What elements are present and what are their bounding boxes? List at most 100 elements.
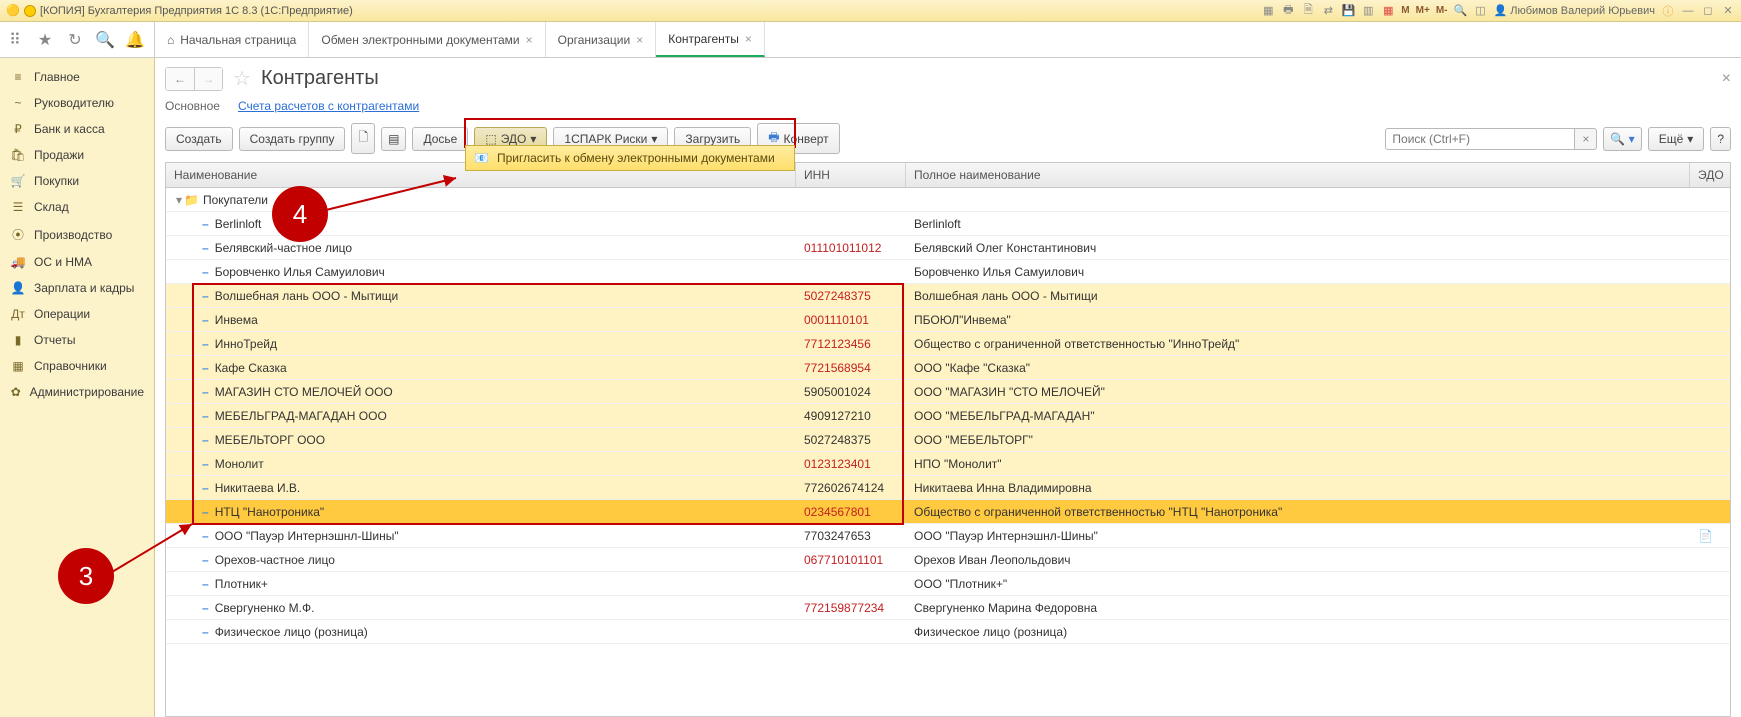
sidebar-item[interactable]: ▦Справочники: [0, 353, 154, 379]
sidebar-item[interactable]: ▮Отчеты: [0, 327, 154, 353]
table-row[interactable]: –ИнноТрейд7712123456Общество с ограничен…: [166, 332, 1730, 356]
sidebar-item[interactable]: 🛍Продажи: [0, 142, 154, 168]
sidebar-item[interactable]: ☰Склад: [0, 194, 154, 220]
search-input[interactable]: [1385, 128, 1575, 150]
search-icon[interactable]: 🔍: [90, 22, 120, 58]
print-icon[interactable]: 🖶: [1281, 4, 1295, 18]
table-row[interactable]: –МАГАЗИН СТО МЕЛОЧЕЙ ООО5905001024ООО "М…: [166, 380, 1730, 404]
tab[interactable]: Организации×: [546, 22, 657, 57]
favorite-icon[interactable]: ☆: [233, 66, 251, 91]
table-row[interactable]: –ООО "Пауэр Интернэшнл-Шины"7703247653ОО…: [166, 524, 1730, 548]
col-edo[interactable]: ЭДО: [1690, 163, 1730, 187]
dropdown-invite-item[interactable]: Пригласить к обмену электронными докумен…: [497, 151, 775, 165]
table-row[interactable]: –Орехов-частное лицо067710101101Орехов И…: [166, 548, 1730, 572]
col-inn[interactable]: ИНН: [796, 163, 906, 187]
m-button[interactable]: M: [1401, 5, 1409, 16]
sidebar-label: Справочники: [34, 359, 107, 373]
sidebar-label: Операции: [34, 307, 90, 321]
table-row[interactable]: –МЕБЕЛЬТОРГ ООО5027248375ООО "МЕБЕЛЬТОРГ…: [166, 428, 1730, 452]
star-icon[interactable]: ★: [30, 22, 60, 58]
doc-icon[interactable]: 🗎: [1301, 4, 1315, 18]
compare-icon[interactable]: ⇄: [1321, 4, 1335, 18]
sidebar-item[interactable]: 👤Зарплата и кадры: [0, 275, 154, 301]
minimize-icon[interactable]: —: [1681, 4, 1695, 18]
sidebar-item[interactable]: ₽Банк и касса: [0, 116, 154, 142]
table-row[interactable]: –Физическое лицо (розница)Физическое лиц…: [166, 620, 1730, 644]
sidebar-item[interactable]: ⦿Производство: [0, 220, 154, 249]
table-group-row[interactable]: ▾📁Покупатели: [166, 188, 1730, 212]
row-name: МЕБЕЛЬТОРГ ООО: [215, 433, 325, 447]
m-plus-button[interactable]: M+: [1416, 5, 1430, 16]
table-row[interactable]: –Никитаева И.В.772602674124Никитаева Инн…: [166, 476, 1730, 500]
folder-icon: 📁: [184, 193, 199, 207]
history-icon[interactable]: ↻: [60, 22, 90, 58]
search-icon[interactable]: 🔍: [1453, 4, 1467, 18]
table-row[interactable]: –Кафе Сказка7721568954ООО "Кафе "Сказка": [166, 356, 1730, 380]
sub-accounts-link[interactable]: Счета расчетов с контрагентами: [238, 99, 419, 113]
row-edo: [1690, 605, 1730, 611]
sidebar-icon: 🛒: [10, 174, 26, 188]
create-button[interactable]: Создать: [165, 127, 233, 151]
m-minus-button[interactable]: M-: [1436, 5, 1448, 16]
table-row[interactable]: –НТЦ "Нанотроника"0234567801Общество с о…: [166, 500, 1730, 524]
find-button[interactable]: 🗋: [351, 123, 375, 154]
close-icon[interactable]: ×: [636, 33, 643, 47]
table-row[interactable]: –Белявский-частное лицо011101011012Беляв…: [166, 236, 1730, 260]
row-name: Кафе Сказка: [215, 361, 287, 375]
close-window-icon[interactable]: ✕: [1721, 4, 1735, 18]
calendar-icon[interactable]: ▦: [1381, 4, 1395, 18]
close-icon[interactable]: ×: [745, 32, 752, 46]
tab[interactable]: Контрагенты×: [656, 22, 765, 57]
table-row[interactable]: –Свергуненко М.Ф.772159877234Свергуненко…: [166, 596, 1730, 620]
table-row[interactable]: –Плотник+ООО "Плотник+": [166, 572, 1730, 596]
close-icon[interactable]: ×: [526, 33, 533, 47]
col-full[interactable]: Полное наименование: [906, 163, 1690, 187]
sidebar-item[interactable]: 🛒Покупки: [0, 168, 154, 194]
windows-icon[interactable]: ◫: [1473, 4, 1487, 18]
table-row[interactable]: –BerlinloftBerlinloft: [166, 212, 1730, 236]
row-name: МЕБЕЛЬГРАД-МАГАДАН ООО: [215, 409, 387, 423]
apps-icon[interactable]: ⠿: [0, 22, 30, 58]
row-name: Никитаева И.В.: [215, 481, 301, 495]
search-box: ×: [1385, 128, 1597, 150]
more-button[interactable]: Ещё ▾: [1648, 127, 1705, 151]
table-row[interactable]: –Инвема0001110101ПБОЮЛ"Инвема": [166, 308, 1730, 332]
bell-icon[interactable]: 🔔: [120, 22, 150, 58]
search-clear-button[interactable]: ×: [1575, 128, 1597, 150]
calc-icon[interactable]: ▥: [1361, 4, 1375, 18]
info-icon[interactable]: ⓘ: [1661, 4, 1675, 18]
page-close-icon[interactable]: ×: [1722, 70, 1731, 88]
sidebar-item[interactable]: ✿Администрирование: [0, 379, 154, 405]
table-row[interactable]: –МЕБЕЛЬГРАД-МАГАДАН ООО4909127210ООО "МЕ…: [166, 404, 1730, 428]
row-full: Общество с ограниченной ответственностью…: [906, 334, 1690, 354]
row-edo: [1690, 629, 1730, 635]
sidebar-item[interactable]: ≡Главное: [0, 64, 154, 90]
table-row[interactable]: –Боровченко Илья СамуиловичБоровченко Ил…: [166, 260, 1730, 284]
help-button[interactable]: ?: [1710, 127, 1731, 151]
row-icon: –: [202, 265, 209, 279]
row-inn: 0001110101: [796, 310, 906, 330]
tab[interactable]: ⌂Начальная страница: [155, 22, 309, 57]
search-menu-button[interactable]: 🔍 ▾: [1603, 127, 1641, 151]
sidebar-item[interactable]: ДтОперации: [0, 301, 154, 327]
list-button[interactable]: ▤: [381, 127, 406, 151]
sidebar-item[interactable]: 🚚ОС и НМА: [0, 249, 154, 275]
create-group-button[interactable]: Создать группу: [239, 127, 346, 151]
table-row[interactable]: –Волшебная лань ООО - Мытищи5027248375Во…: [166, 284, 1730, 308]
table-row[interactable]: –Монолит0123123401НПО "Монолит": [166, 452, 1730, 476]
back-button[interactable]: ←: [166, 68, 194, 90]
row-icon: –: [202, 433, 209, 447]
sub-main[interactable]: Основное: [165, 99, 220, 113]
tab[interactable]: Обмен электронными документами×: [309, 22, 545, 57]
dossier-button[interactable]: Досье: [412, 127, 468, 151]
maximize-icon[interactable]: ◻: [1701, 4, 1715, 18]
row-name: Инвема: [215, 313, 258, 327]
sidebar-item[interactable]: ~Руководителю: [0, 90, 154, 116]
save-icon[interactable]: 💾: [1341, 4, 1355, 18]
row-full: ООО "МАГАЗИН "СТО МЕЛОЧЕЙ": [906, 382, 1690, 402]
grid-icon[interactable]: ▦: [1261, 4, 1275, 18]
row-inn: 7703247653: [796, 526, 906, 546]
dropdown-icon[interactable]: [24, 5, 36, 17]
tab-label: Начальная страница: [180, 33, 296, 47]
forward-button[interactable]: →: [194, 68, 222, 90]
